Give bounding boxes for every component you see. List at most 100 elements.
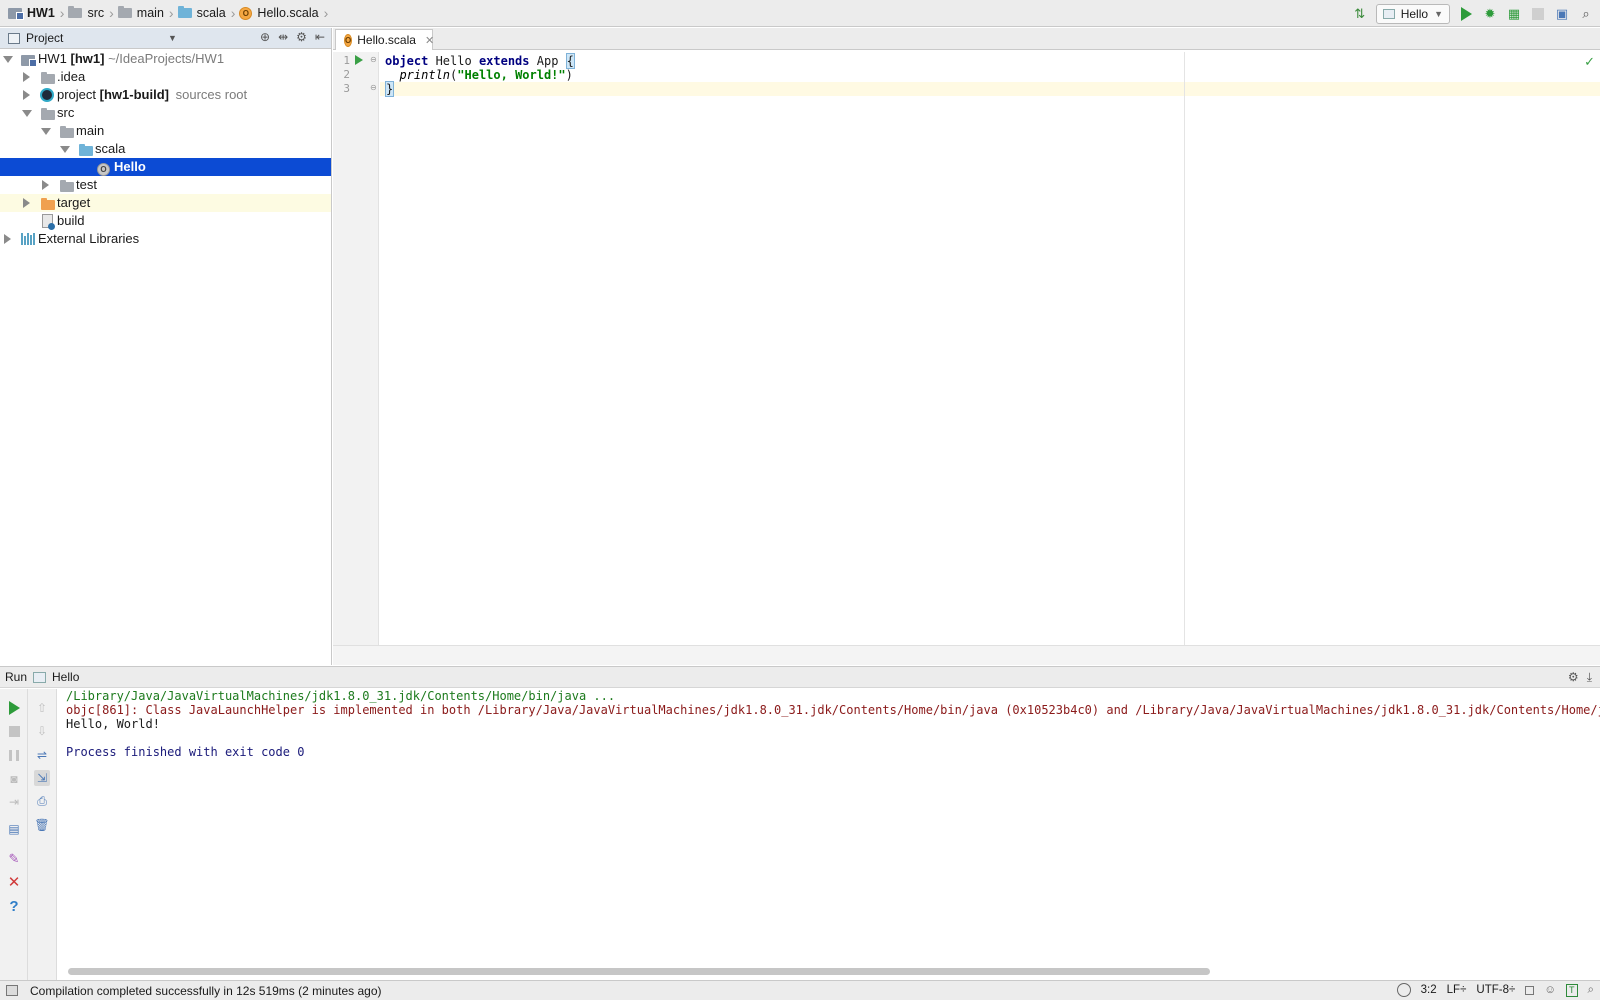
gear-icon[interactable]: ⚙ [1568,670,1579,685]
module-name: [hw1-build] [99,87,169,102]
tree-item-label: src [57,105,75,120]
code-line-2: println("Hello, World!") [399,68,573,82]
tree-item-main[interactable]: main [0,122,331,140]
soft-wrap-icon[interactable]: ⇌ [34,747,50,763]
close-icon[interactable]: ✕ [6,874,22,891]
tree-item-project[interactable]: project [hw1-build] sources root [0,86,331,104]
expand-arrow-icon[interactable] [23,198,30,208]
tree-item-build[interactable]: build [0,212,331,230]
help-icon[interactable]: ? [6,898,22,915]
editor-horizontal-scroll[interactable] [333,645,1600,665]
file-encoding[interactable]: UTF-8÷ [1476,984,1515,996]
project-structure-button[interactable]: ▣ [1554,6,1570,22]
gear-icon[interactable]: ⚙ [296,30,307,44]
sbt-build-file-icon [42,214,55,230]
close-icon[interactable]: ✕ [425,34,434,47]
hector-icon[interactable]: ☺ [1544,984,1556,996]
breadcrumb-scala[interactable]: scala › [177,0,240,27]
restore-layout-button[interactable]: ▤ [6,821,22,837]
tree-item-external-libraries[interactable]: External Libraries [0,230,331,248]
pause-button[interactable] [6,747,22,763]
tree-item-label: project [57,87,97,102]
chevron-down-icon[interactable]: ▼ [168,33,177,43]
breadcrumb-hw1[interactable]: HW1 › [8,0,68,27]
line-number: 2 [343,68,350,81]
run-button[interactable] [1458,6,1474,22]
expand-arrow-icon[interactable] [41,128,51,135]
project-view-selector[interactable]: Project [26,31,63,45]
chevron-right-icon: › [59,5,65,21]
expand-arrow-icon[interactable] [3,56,13,63]
tree-item-label: test [76,177,97,192]
console-line: objc[861]: Class JavaLaunchHelper is imp… [66,703,1600,717]
trash-icon[interactable]: 🗑 [34,817,50,833]
hide-panel-icon[interactable]: ⤓ [1587,670,1592,685]
arrow-down-icon[interactable]: ⇩ [34,723,50,739]
expand-arrow-icon[interactable] [23,72,30,82]
expand-arrow-icon[interactable] [23,90,30,100]
status-message[interactable]: Compilation completed successfully in 12… [30,984,382,998]
breadcrumb-hello-scala[interactable]: O Hello.scala › [239,0,332,27]
run-tab-hello[interactable]: Hello [52,670,79,684]
libraries-icon [21,233,35,245]
tree-item-hello[interactable]: O Hello [0,158,331,176]
console-output[interactable]: /Library/Java/JavaVirtualMachines/jdk1.8… [58,689,1600,961]
print-icon[interactable]: ⎙ [34,793,50,809]
scroll-to-end-icon[interactable]: ⇲ [34,770,50,786]
stop-button[interactable] [1530,6,1546,22]
expand-arrow-icon[interactable] [4,234,11,244]
chevron-right-icon: › [109,5,114,21]
expand-arrow-icon[interactable] [42,180,49,190]
line-separator[interactable]: LF÷ [1447,984,1467,996]
caret-position[interactable]: 3:2 [1421,984,1437,996]
scala-object-icon: O [97,163,110,176]
collapse-all-icon[interactable]: ⇹ [278,30,288,44]
scala-object-icon: O [344,33,353,47]
tree-item-label: target [57,195,91,210]
tool-windows-icon[interactable] [6,985,18,996]
arrow-up-icon[interactable]: ⇧ [34,700,50,716]
breadcrumb-src[interactable]: src › [68,0,117,27]
rerun-button[interactable] [6,700,22,716]
search-icon[interactable]: ⌕ [1588,984,1594,997]
stop-button[interactable] [6,723,22,739]
tree-item-hw1[interactable]: HW1 [hw1] ~/IdeaProjects/HW1 [0,50,331,68]
editor-tab-label: Hello.scala [357,33,416,47]
dump-threads-button[interactable]: ◙ [6,771,22,787]
build-project-icon[interactable]: ⇅ [1352,6,1368,22]
expand-arrow-icon[interactable] [22,110,32,117]
tree-item-src[interactable]: src [0,104,331,122]
tree-item-idea[interactable]: .idea [0,68,331,86]
inspection-ok-icon[interactable]: ✓ [1584,54,1595,70]
tree-item-label: Hello [114,159,146,174]
tree-item-target[interactable]: target [0,194,331,212]
code-editor[interactable]: object Hello extends App { println("Hell… [380,52,1600,645]
run-configuration-select[interactable]: Hello ▼ [1375,3,1450,24]
scrollbar-thumb[interactable] [68,968,1210,975]
memory-indicator-icon[interactable] [1396,983,1411,997]
locate-file-icon[interactable]: ⊕ [260,30,270,44]
sources-root-hint: sources root [175,87,248,102]
typesafe-icon[interactable]: T [1566,983,1578,997]
breadcrumb-main[interactable]: main › [117,0,178,27]
folder-icon [41,108,55,120]
debug-button[interactable]: ✹ [1482,6,1498,22]
tree-item-test[interactable]: test [0,176,331,194]
editor-tab-hello-scala[interactable]: O Hello.scala ✕ [335,29,434,50]
project-tool-window: Project ▼ ⊕ ⇹ ⚙ ⇤ HW1 [hw1] ~/IdeaProjec… [0,28,332,665]
run-toolbar-primary: ◙ ⇥ ▤ ✎ ✕ ? [0,689,28,980]
code-line-1: object Hello extends App { [385,53,575,69]
exit-button[interactable]: ⇥ [6,794,22,810]
pin-icon[interactable]: ✎ [6,851,22,867]
fold-icon[interactable]: ⊖ [370,55,377,64]
search-everywhere-button[interactable]: ⌕ [1578,6,1594,22]
run-with-coverage-button[interactable]: ▦ [1506,6,1522,22]
tree-item-scala[interactable]: scala [0,140,331,158]
run-gutter-icon[interactable] [355,55,363,65]
lock-icon[interactable] [1525,985,1535,995]
hide-panel-icon[interactable]: ⇤ [315,30,325,44]
expand-arrow-icon[interactable] [60,146,70,153]
line-number: 1 [343,54,350,67]
fold-icon[interactable]: ⊖ [370,83,377,92]
console-horizontal-scrollbar[interactable] [58,967,1600,976]
